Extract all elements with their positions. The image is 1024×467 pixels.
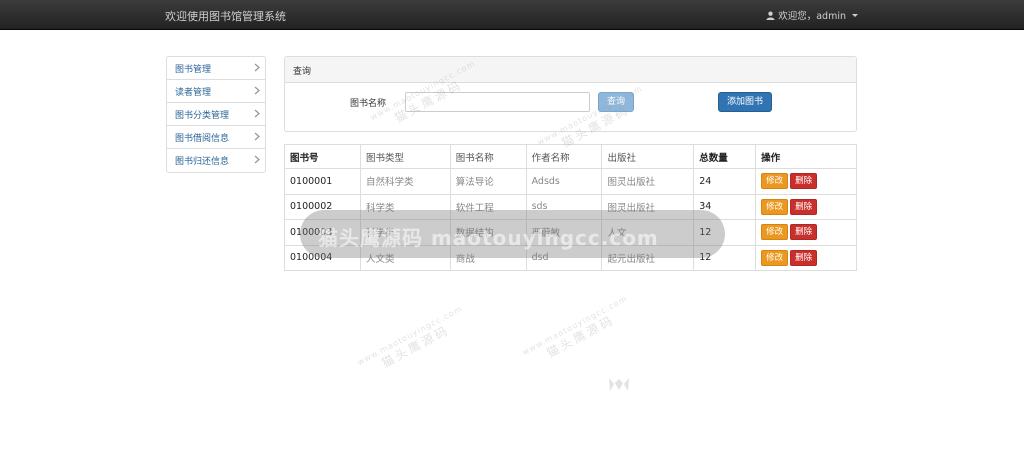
watermark: www.maotouyingcc.com 猫头鹰源码 [356,304,472,382]
user-menu[interactable]: 欢迎您，admin [766,8,858,22]
col-header-book-id: 图书号 [284,144,361,169]
sidebar-nav: 图书管理 读者管理 图书分类管理 图书借阅信息 图书归还信息 [166,56,266,173]
watermark-overlay-text: 猫头鹰源码 maotouyingcc.com [318,226,659,250]
col-header-book-name: 图书名称 [449,144,527,169]
col-header-total: 总数量 [693,144,757,169]
cell-actions: 修改 删除 [755,219,857,246]
sidebar-item-label: 图书分类管理 [175,111,230,121]
chevron-right-icon [254,155,260,164]
sidebar-item-book-management[interactable]: 图书管理 [167,57,265,80]
delete-button[interactable]: 删除 [790,224,818,241]
sidebar-item-reader-management[interactable]: 读者管理 [167,80,265,103]
watermark: www.maotouyingcc.com 猫头鹰源码 [521,294,637,372]
delete-button[interactable]: 删除 [790,249,818,266]
add-book-button[interactable]: 添加图书 [718,92,772,112]
user-icon [766,11,775,20]
top-navbar: 欢迎使用图书馆管理系统 欢迎您，admin [0,0,1024,30]
delete-button[interactable]: 删除 [790,198,818,215]
caret-down-icon [852,13,858,17]
sidebar-item-category-management[interactable]: 图书分类管理 [167,103,265,126]
app-title[interactable]: 欢迎使用图书馆管理系统 [165,8,286,24]
sidebar-item-borrow-info[interactable]: 图书借阅信息 [167,126,265,149]
chevron-right-icon [254,63,260,72]
edit-button[interactable]: 修改 [761,249,789,266]
sidebar-item-label: 读者管理 [175,88,212,98]
col-header-book-type: 图书类型 [359,144,451,169]
chevron-right-icon [254,86,260,95]
cell-actions: 修改 删除 [755,193,857,220]
cell-actions: 修改 删除 [755,168,857,195]
query-panel-heading: 查询 [285,57,856,83]
sidebar-item-return-info[interactable]: 图书归还信息 [167,149,265,172]
cell-author: Adsds [525,168,603,195]
edit-button[interactable]: 修改 [761,224,789,241]
cell-book-type: 自然科学类 [359,168,451,195]
cell-total: 24 [693,168,757,195]
cell-book-id: 0100001 [284,168,361,195]
cell-book-name: 算法导论 [449,168,527,195]
col-header-actions: 操作 [755,144,857,169]
sidebar-item-label: 图书管理 [175,65,212,75]
col-header-publisher: 出版社 [601,144,695,169]
delete-button[interactable]: 删除 [790,173,818,190]
chevron-right-icon [254,109,260,118]
cell-actions: 修改 删除 [755,244,857,271]
table-row: 0100001 自然科学类 算法导论 Adsds 图灵出版社 24 修改 删除 [284,168,857,195]
edit-button[interactable]: 修改 [761,173,789,190]
edit-button[interactable]: 修改 [761,198,789,215]
user-greeting: 欢迎您，admin [778,11,846,22]
cell-publisher: 图灵出版社 [601,168,695,195]
chevron-right-icon [254,132,260,141]
owl-logo-icon [609,378,629,391]
sidebar-item-label: 图书归还信息 [175,157,230,167]
sidebar-item-label: 图书借阅信息 [175,134,230,144]
